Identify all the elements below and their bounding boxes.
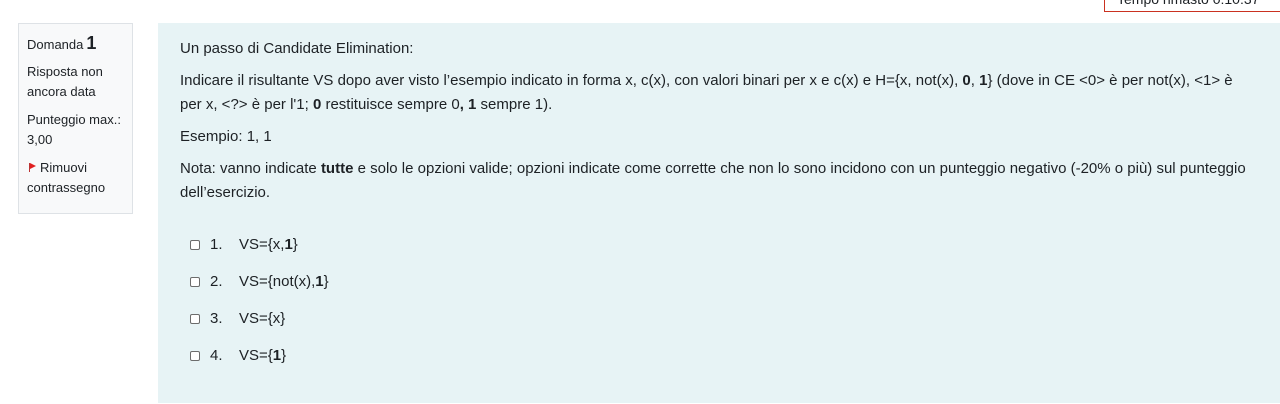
answer-option-4[interactable]: 4. VS={1} (180, 344, 1258, 368)
remove-flag-button[interactable]: Rimuovi contrassegno (27, 158, 124, 198)
answer-options: 1. VS={x,1} 2. VS={not(x),1} 3. VS={x} 4… (180, 233, 1258, 368)
answer-number: 2. (210, 273, 223, 290)
question-example: Esempio: 1, 1 (180, 128, 272, 145)
answer-checkbox-3[interactable] (190, 314, 200, 324)
question-number-value: 1 (86, 33, 97, 53)
question-label: Domanda (27, 37, 84, 52)
remove-flag-label: Rimuovi contrassegno (27, 160, 106, 195)
answer-option-3[interactable]: 3. VS={x} (180, 307, 1258, 331)
instr-text-a: Indicare il risultante VS dopo aver vist… (180, 72, 963, 89)
answer-text-bold: 1 (272, 347, 282, 364)
answer-text-bold: 1 (284, 236, 293, 253)
question-grade: Punteggio max.: 3,00 (27, 112, 121, 147)
instr-text-f: restituisce sempre 0 (321, 96, 460, 113)
answer-number: 1. (210, 236, 223, 253)
answer-text: VS={1} (239, 344, 286, 368)
answer-number: 4. (210, 347, 223, 364)
note-bold: tutte (320, 160, 354, 177)
instr-text-h: sempre 1). (476, 96, 553, 113)
answer-text: VS={x,1} (239, 233, 298, 257)
answer-checkbox-1[interactable] (190, 240, 200, 250)
note-text-a: Nota: vanno indicate (180, 160, 321, 177)
time-remaining: Tempo rimasto 0:10:37 (1104, 0, 1280, 12)
question-note: Nota: vanno indicate tutte e solo le opz… (180, 157, 1258, 205)
answer-text-post: } (281, 347, 287, 364)
question-number: Domanda 1 (27, 32, 124, 56)
instr-text-c: , (970, 72, 980, 89)
answer-text-bold: 1 (315, 273, 324, 290)
answer-text-pre: VS={ (239, 347, 273, 364)
question-content: Un passo di Candidate Elimination: Indic… (158, 23, 1280, 403)
answer-text-pre: VS={x} (239, 310, 286, 327)
instr-bold-comma: , (459, 96, 469, 113)
question-title: Un passo di Candidate Elimination: (180, 40, 414, 57)
question-state: Risposta non ancora data (27, 64, 103, 99)
answer-text: VS={not(x),1} (239, 270, 329, 294)
question-info-panel: Domanda 1 Risposta non ancora data Punteg… (18, 23, 133, 214)
answer-text-pre: VS={x, (239, 236, 285, 253)
flag-icon (27, 161, 37, 173)
answer-text-pre: VS={not(x), (239, 273, 316, 290)
question-instructions: Indicare il risultante VS dopo aver vist… (180, 69, 1258, 117)
answer-checkbox-4[interactable] (190, 351, 200, 361)
answer-option-1[interactable]: 1. VS={x,1} (180, 233, 1258, 257)
answer-number: 3. (210, 310, 223, 327)
answer-text-post: } (323, 273, 329, 290)
instr-bold-zero: 0 (962, 72, 971, 89)
answer-option-2[interactable]: 2. VS={not(x),1} (180, 270, 1258, 294)
answer-checkbox-2[interactable] (190, 277, 200, 287)
answer-text-post: } (292, 236, 298, 253)
answer-text: VS={x} (239, 307, 285, 331)
